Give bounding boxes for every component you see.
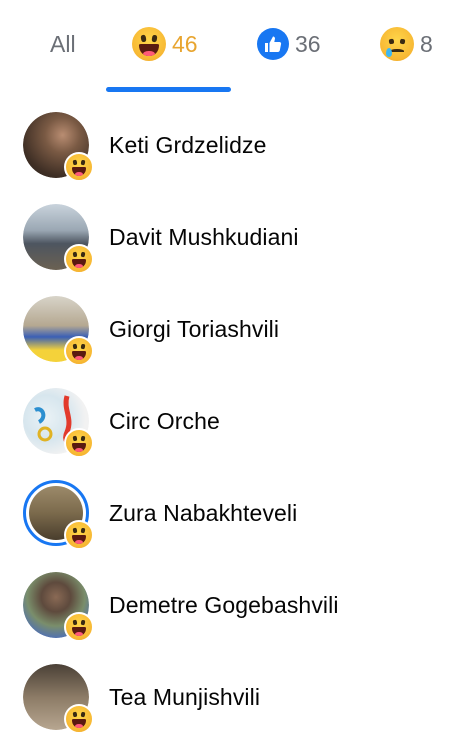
list-item[interactable]: Demetre Gogebashvili xyxy=(0,568,474,644)
haha-emoji-icon xyxy=(64,152,94,182)
person-name[interactable]: Zura Nabakhteveli xyxy=(109,500,297,527)
haha-emoji-icon xyxy=(132,27,166,61)
person-name[interactable]: Davit Mushkudiani xyxy=(109,224,299,251)
haha-emoji-icon xyxy=(64,336,94,366)
person-name[interactable]: Demetre Gogebashvili xyxy=(109,592,339,619)
tab-like-count: 36 xyxy=(295,30,321,57)
haha-emoji-icon xyxy=(64,704,94,734)
list-item[interactable]: Circ Orche xyxy=(0,384,474,460)
list-item[interactable]: Keti Grdzelidze xyxy=(0,108,474,184)
haha-emoji-icon xyxy=(64,244,94,274)
list-item[interactable]: Giorgi Toriashvili xyxy=(0,292,474,368)
tab-haha-count: 46 xyxy=(172,30,198,57)
tab-sad-count: 8 xyxy=(420,30,433,57)
reaction-tabs: All 46 36 8 xyxy=(0,0,474,92)
person-name[interactable]: Keti Grdzelidze xyxy=(109,132,266,159)
tab-sad[interactable]: 8 xyxy=(380,22,433,66)
tab-all-label: All xyxy=(50,30,76,57)
tab-all[interactable]: All xyxy=(50,22,76,66)
list-item[interactable]: Zura Nabakhteveli xyxy=(0,476,474,552)
haha-emoji-icon xyxy=(64,612,94,642)
person-name[interactable]: Tea Munjishvili xyxy=(109,684,260,711)
sad-emoji-icon xyxy=(380,27,414,61)
like-icon xyxy=(257,28,289,60)
haha-emoji-icon xyxy=(64,428,94,458)
active-tab-indicator xyxy=(106,87,231,92)
tab-like[interactable]: 36 xyxy=(257,22,321,66)
person-name[interactable]: Circ Orche xyxy=(109,408,220,435)
list-item[interactable]: Davit Mushkudiani xyxy=(0,200,474,276)
haha-emoji-icon xyxy=(64,520,94,550)
person-name[interactable]: Giorgi Toriashvili xyxy=(109,316,279,343)
list-item[interactable]: Tea Munjishvili xyxy=(0,660,474,736)
tab-haha[interactable]: 46 xyxy=(132,22,198,66)
